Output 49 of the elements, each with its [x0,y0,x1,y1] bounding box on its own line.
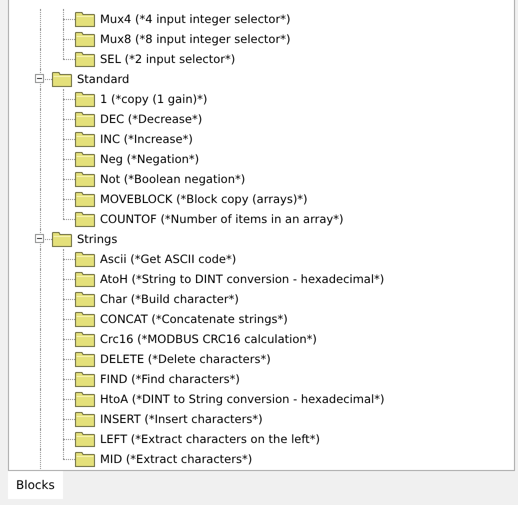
folder-icon [75,292,95,306]
folder-icon [75,412,95,426]
folder-icon [75,272,95,286]
tree-item[interactable]: COUNTOF (*Number of items in an array*) [99,212,344,226]
folder-icon [75,212,95,226]
folder-icon [75,252,95,266]
collapse-icon[interactable] [35,234,44,243]
folder-icon [75,192,95,206]
folder-icon [75,112,95,126]
folder-icon [75,152,95,166]
tree-item[interactable]: INC (*Increase*) [99,132,194,146]
folder-icon [75,12,95,26]
tree-item[interactable]: INSERT (*Insert characters*) [99,412,264,426]
folder-icon [52,232,72,246]
tree-item[interactable]: MID (*Extract characters*) [99,452,254,466]
tree-item[interactable]: Strings [76,232,118,246]
tree-item[interactable]: LEFT (*Extract characters on the left*) [99,432,321,446]
tree-item[interactable]: Neg (*Negation*) [99,152,200,166]
folder-icon [75,52,95,66]
tree-item[interactable]: SEL (*2 input selector*) [99,52,236,66]
tree-item[interactable]: Not (*Boolean negation*) [99,172,246,186]
folder-icon [75,172,95,186]
tree-item[interactable]: Mux8 (*8 input integer selector*) [99,32,292,46]
folder-icon [75,352,95,366]
collapse-icon[interactable] [35,74,44,83]
tree-item[interactable]: FIND (*Find characters*) [99,372,241,386]
tree-item[interactable]: CONCAT (*Concatenate strings*) [99,312,289,326]
folder-icon [75,132,95,146]
folder-icon [75,392,95,406]
folder-icon [75,452,95,466]
tree-item[interactable]: 1 (*copy (1 gain)*) [99,92,208,106]
tree-item[interactable]: Standard [76,72,130,86]
tab[interactable]: Blocks [8,471,63,499]
tree-item[interactable]: DELETE (*Delete characters*) [99,352,272,366]
folder-icon [52,72,72,86]
tree-item[interactable]: Ascii (*Get ASCII code*) [99,252,238,266]
tree-item[interactable]: HtoA (*DINT to String conversion - hexadecimal*) [99,392,386,406]
folder-icon [75,92,95,106]
folder-icon [75,372,95,386]
tree-item[interactable]: Char (*Build character*) [99,292,240,306]
folder-icon [75,312,95,326]
tree-item[interactable]: Crc16 (*MODBUS CRC16 calculation*) [99,332,318,346]
folder-icon [75,432,95,446]
folder-icon [75,32,95,46]
folder-icon [75,332,95,346]
tree-item[interactable]: MOVEBLOCK (*Block copy (arrays)*) [99,192,309,206]
tree-item[interactable]: AtoH (*String to DINT conversion - hexadecimal*) [99,272,386,286]
tree-item[interactable]: DEC (*Decrease*) [99,112,204,126]
tree-item[interactable]: Mux4 (*4 input integer selector*) [99,12,292,26]
